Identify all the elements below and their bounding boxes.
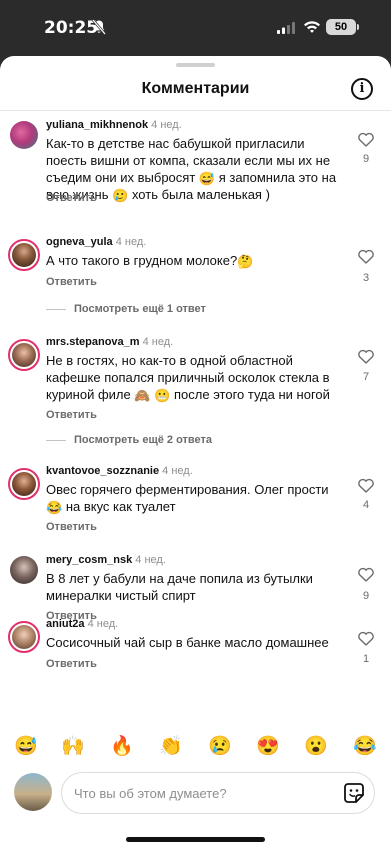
reaction-raising-hands[interactable]: 🙌 (61, 735, 85, 759)
sweat-smile-emoji: 😅 (198, 171, 216, 186)
reaction-crying[interactable]: 😢 (208, 735, 232, 759)
battery-icon: 50 (326, 19, 356, 35)
comment-meta: ogneva_yula 4 нед. (46, 236, 146, 248)
reaction-heart-eyes[interactable]: 😍 (256, 735, 280, 759)
comment-meta: mrs.stepanova_m 4 нед. (46, 336, 173, 348)
comment-text: Овес горячего ферментирования. Олег прос… (46, 482, 329, 515)
comment-time: 4 нед. (142, 336, 174, 348)
comment-time: 4 нед. (162, 465, 193, 477)
reaction-sweat-smile[interactable]: 😅 (14, 735, 38, 759)
comment-meta: aniut2a 4 нед. (46, 618, 118, 630)
like-count: 9 (362, 590, 370, 602)
comment-text: А что такого в грудном молоке?🤔 (46, 253, 254, 269)
own-avatar (14, 773, 52, 811)
avatar[interactable] (8, 621, 40, 653)
status-time: 20:25 (44, 18, 99, 38)
comment-username[interactable]: yuliana_mikhnenok (46, 119, 148, 131)
comment-time: 4 нед. (151, 119, 182, 131)
heart-outline-icon[interactable] (358, 631, 374, 646)
view-more-replies[interactable]: Посмотреть ещё 1 ответ (46, 303, 206, 315)
comment-username[interactable]: ogneva_yula (46, 236, 113, 248)
reply-button[interactable]: Ответить (46, 276, 97, 288)
heart-outline-icon[interactable] (358, 132, 374, 147)
sheet-grabber[interactable] (176, 63, 215, 67)
comment-username[interactable]: kvantovoe_sozznanie (46, 465, 159, 477)
comment-meta: kvantovoe_sozznanie 4 нед. (46, 465, 193, 477)
comments-sheet: Комментарии i yuliana_mikhnenok 4 нед. К… (0, 56, 391, 850)
like-count: 1 (362, 653, 370, 665)
reaction-surprised[interactable]: 😮 (304, 735, 328, 759)
replies-line (46, 439, 66, 441)
reply-button[interactable]: Ответить (46, 521, 97, 533)
reply-button[interactable]: Ответить (46, 192, 97, 204)
avatar[interactable] (8, 468, 40, 500)
comment-time: 4 нед. (115, 236, 147, 248)
home-indicator (126, 837, 265, 842)
header-divider (0, 110, 391, 111)
comment-meta: mery_cosm_nsk 4 нед. (46, 554, 166, 566)
comment-text: Не в гостях, но как-то в одной областной… (46, 353, 330, 403)
comment-text: Сосисочный чай сыр в банке масло домашне… (46, 635, 329, 650)
sheet-title: Комментарии (141, 80, 250, 97)
like-count: 9 (362, 153, 370, 165)
reply-button[interactable]: Ответить (46, 409, 97, 421)
info-icon[interactable]: i (351, 78, 373, 100)
comment-meta: yuliana_mikhnenok 4 нед. (46, 119, 182, 131)
reply-button[interactable]: Ответить (46, 658, 97, 670)
avatar[interactable] (8, 339, 40, 371)
heart-outline-icon[interactable] (358, 249, 374, 264)
heart-outline-icon[interactable] (358, 567, 374, 582)
tears-of-joy-emoji: 😂 (46, 500, 63, 515)
reaction-tears-of-joy[interactable]: 😂 (353, 735, 377, 759)
comment-text: В 8 лет у бабули на даче попила из бутыл… (46, 571, 313, 603)
wifi-icon (304, 21, 320, 33)
reaction-clapping[interactable]: 👏 (159, 735, 183, 759)
status-bar: 20:25 50 (0, 0, 391, 56)
cellular-signal-icon (277, 22, 295, 34)
comment-username[interactable]: mrs.stepanova_m (46, 336, 140, 348)
comment-time: 4 нед. (87, 618, 119, 630)
avatar[interactable] (8, 239, 40, 271)
like-count: 4 (362, 499, 370, 511)
comment-input[interactable]: Что вы об этом думаете? (61, 772, 375, 814)
tear-smile-emoji: 🥲 (112, 188, 129, 203)
sticker-icon[interactable] (343, 782, 365, 804)
heart-outline-icon[interactable] (358, 478, 374, 493)
see-no-evil-emoji: 🙈 (134, 388, 151, 403)
avatar[interactable] (10, 556, 38, 584)
avatar[interactable] (10, 121, 38, 149)
heart-outline-icon[interactable] (358, 349, 374, 364)
reaction-fire[interactable]: 🔥 (110, 735, 134, 759)
comment-username[interactable]: aniut2a (46, 618, 85, 630)
replies-line (46, 308, 66, 310)
comment-time: 4 нед. (135, 554, 166, 566)
like-count: 3 (362, 272, 370, 284)
bell-slash-icon (92, 19, 106, 35)
reaction-bar: 😅 🙌 🔥 👏 😢 😍 😮 😂 (0, 735, 391, 759)
like-count: 7 (362, 371, 370, 383)
thinking-emoji: 🤔 (237, 254, 254, 269)
comment-username[interactable]: mery_cosm_nsk (46, 554, 132, 566)
grimacing-emoji: 😬 (154, 388, 171, 403)
comment-input-placeholder: Что вы об этом думаете? (74, 786, 227, 801)
view-more-replies[interactable]: Посмотреть ещё 2 ответа (46, 434, 212, 446)
battery-tip (357, 24, 359, 30)
